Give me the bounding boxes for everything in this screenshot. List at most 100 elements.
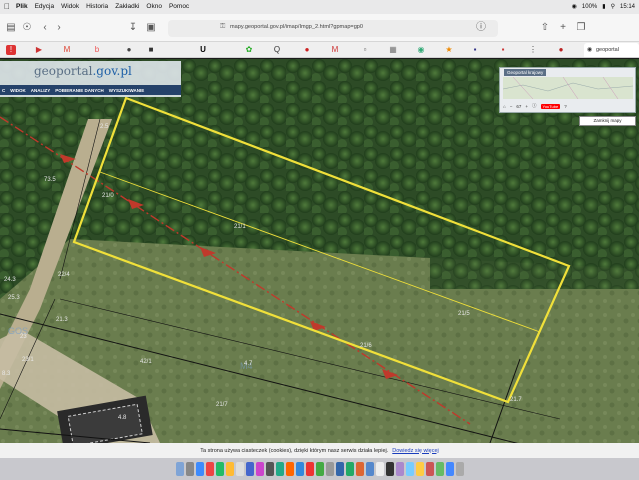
cookie-banner: Ta strona używa ciasteczek (cookies), dz… [0,443,639,458]
favorite-red-icon[interactable]: ! [6,45,16,55]
youtube-button[interactable]: YouTube [540,103,561,109]
plot-label: 21/1 [234,224,246,230]
macos-dock [0,458,639,480]
menu-item-widok[interactable]: WIDOK [10,88,26,93]
favorite-red2-icon[interactable]: ▪ [498,45,508,55]
extension-icon[interactable]: ▣ [144,21,158,35]
safari-icon[interactable] [195,462,204,476]
menu-app-name[interactable]: Plik [16,0,28,14]
calendar-icon[interactable] [235,462,244,476]
new-tab-icon[interactable]: + [556,21,570,35]
favorite-doc-icon[interactable]: ▫ [360,45,370,55]
menu-history[interactable]: Historia [86,0,108,14]
zoom-plus-icon[interactable]: + [525,104,528,109]
plot-label: 25.3 [8,295,20,301]
favorite-dots-icon[interactable]: ⋮ [528,45,538,55]
settings-icon[interactable] [265,462,274,476]
close-maps-button[interactable]: Zamknij mapy [579,116,636,126]
geoportal-header: geoportal.gov.pl C WIDOK ANALIZY POBIERA… [0,61,181,97]
photos-icon[interactable] [255,462,264,476]
app-green-icon[interactable] [435,462,444,476]
plot-label: 4.8 [118,415,127,421]
powerpoint-icon[interactable] [355,462,364,476]
word-icon[interactable] [335,462,344,476]
launchpad-icon[interactable] [185,462,194,476]
favorite-m2-icon[interactable]: M [330,45,340,55]
menu-item-pobieranie[interactable]: POBIERANIE DANYCH [55,88,104,93]
overview-title[interactable]: Geoportal krajowy [504,69,547,76]
favorite-pin-icon[interactable]: ● [302,45,312,55]
favorite-play-icon[interactable]: ▶ [34,45,44,55]
battery-icon[interactable]: ▮ [602,0,605,14]
overview-minimap[interactable] [502,76,634,100]
apple-icon[interactable]:  [4,0,12,14]
download-icon[interactable]: ↧ [126,21,140,35]
share-icon[interactable]: ⇧ [538,21,552,35]
favorite-square-icon[interactable]: ■ [146,45,156,55]
reader-icon[interactable]: ⓘ [474,21,488,35]
info-icon[interactable]: ⓘ [532,103,537,109]
search-icon[interactable]: ⚲ [611,0,615,14]
favorite-circle-icon[interactable]: ● [124,45,134,55]
menu-view[interactable]: Widok [61,0,79,14]
plot-label: 21.3 [56,317,68,323]
mail-icon[interactable] [245,462,254,476]
terminal-icon[interactable] [385,462,394,476]
app-blue-icon[interactable] [365,462,374,476]
favorite-leaf-icon[interactable]: ✿ [244,45,254,55]
preview-icon[interactable] [375,462,384,476]
app-gray-icon[interactable] [325,462,334,476]
zoom-minus-icon[interactable]: − [510,104,513,109]
app-blue2-icon[interactable] [445,462,454,476]
app-red2-icon[interactable] [425,462,434,476]
favorite-m-icon[interactable]: M [62,45,72,55]
sidebar-icon[interactable]: ▤ [4,21,18,35]
excel-icon[interactable] [345,462,354,476]
shield-icon[interactable]: ☉ [20,21,34,35]
menu-edit[interactable]: Edycja [35,0,55,14]
tab-geoportal[interactable]: ◉ geoportal [584,43,639,57]
menu-bookmarks[interactable]: Zakładki [115,0,139,14]
plot-label: 21/5 [458,311,470,317]
notes-icon[interactable] [225,462,234,476]
menu-item-analizy[interactable]: ANALIZY [31,88,51,93]
facetime-icon[interactable] [315,462,324,476]
home-icon[interactable]: ⌂ [503,104,506,109]
favorite-grid-icon[interactable]: ▦ [388,45,398,55]
app-purple-icon[interactable] [395,462,404,476]
appstore-icon[interactable] [295,462,304,476]
geoportal-logo[interactable]: geoportal.gov.pl [34,64,132,78]
favorite-blue-icon[interactable]: ▪ [470,45,480,55]
cookie-more-link[interactable]: Dowiedz się więcej [392,448,438,454]
app-yellow-icon[interactable] [415,462,424,476]
maps-icon[interactable] [275,462,284,476]
tab-overview-icon[interactable]: ❐ [574,21,588,35]
favorite-b2-icon[interactable]: ● [556,45,566,55]
tab-bar: ! ▶ M b ● ■ U ✿ Q ● M ▫ ▦ ◉ ★ ▪ ▪ ⋮ ● ◉ … [0,42,639,58]
app-orange-icon[interactable] [285,462,294,476]
logo-text: geoportal [34,64,93,78]
favorite-g-icon[interactable]: ◉ [416,45,426,55]
favorite-q-icon[interactable]: Q [272,45,282,55]
menu-window[interactable]: Okno [146,0,162,14]
favorite-u-icon[interactable]: U [198,45,208,55]
app-red-icon[interactable] [205,462,214,476]
forward-icon[interactable]: › [52,21,66,35]
favorite-b-icon[interactable]: b [92,45,102,55]
messages-icon[interactable] [215,462,224,476]
music-icon[interactable] [305,462,314,476]
app-cyan-icon[interactable] [405,462,414,476]
menu-item-c[interactable]: C [2,88,5,93]
back-icon[interactable]: ‹ [38,21,52,35]
url-text: mapy.geoportal.gov.pl/imap/Imgp_2.html?g… [230,24,364,30]
address-bar[interactable]: ⚿ mapy.geoportal.gov.pl/imap/Imgp_2.html… [168,20,498,37]
menu-item-wyszukiwanie[interactable]: WYSZUKIWANIE [109,88,145,93]
trash-icon[interactable] [455,462,464,476]
geoportal-menu: C WIDOK ANALIZY POBIERANIE DANYCH WYSZUK… [0,85,181,95]
map-canvas[interactable]: GOS M4 73.5 21/0 21/1 21/5 22/4 24.3 25.… [0,59,639,443]
wifi-icon[interactable]: ◉ [572,0,577,14]
help-icon[interactable]: ? [564,104,567,109]
favorite-star-icon[interactable]: ★ [444,45,454,55]
finder-icon[interactable] [175,462,184,476]
menu-help[interactable]: Pomoc [169,0,189,14]
